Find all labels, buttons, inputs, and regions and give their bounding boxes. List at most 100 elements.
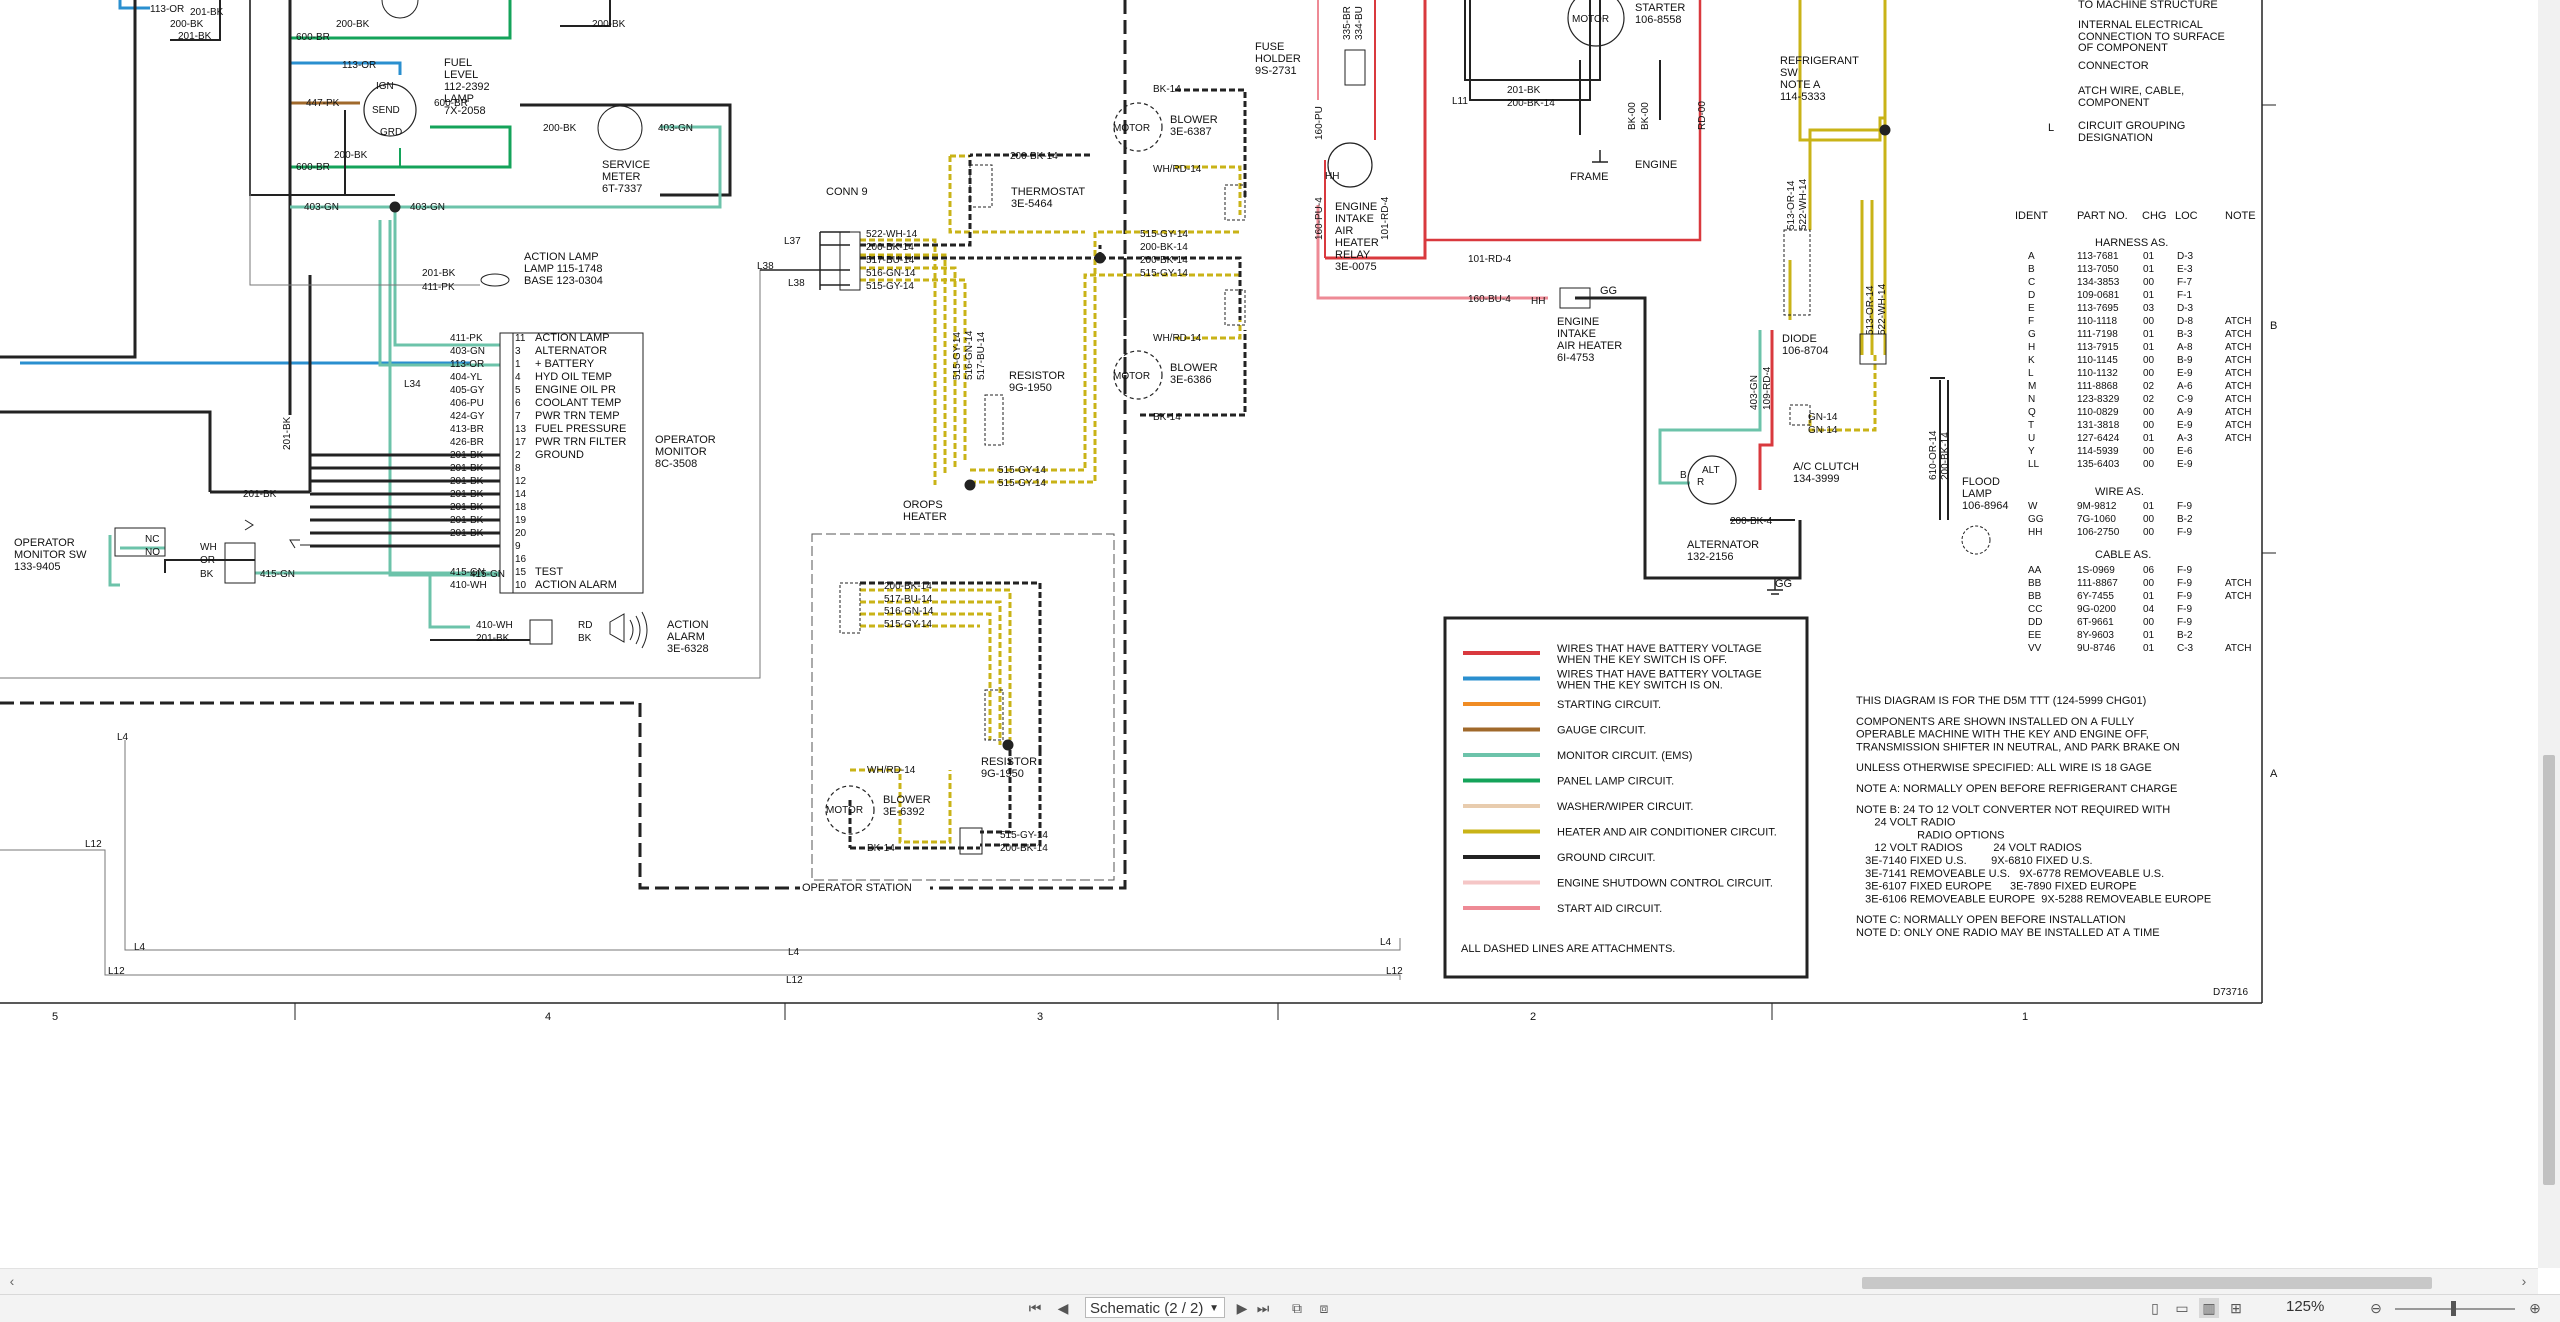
drawing-number: D73716 <box>2213 987 2248 998</box>
vertical-scrollbar[interactable] <box>2538 0 2560 1268</box>
zoom-out-icon[interactable]: ⊖ <box>2366 1298 2386 1318</box>
parts-cell: 135-6403 <box>2077 459 2120 470</box>
rd-label: RD <box>578 620 592 631</box>
fuse-holder-label: FUSE <box>1255 41 1284 53</box>
orops-heater-label: HEATER <box>903 511 947 523</box>
zoom-slider-knob[interactable] <box>2451 1301 2456 1316</box>
circuit-label-l34: L34 <box>404 379 421 390</box>
parts-cell: GG <box>2028 514 2044 525</box>
intake-relay-label: 3E-0075 <box>1335 261 1377 273</box>
wire-label: 600-BR <box>296 32 330 43</box>
parts-cell: 110-1145 <box>2077 355 2118 366</box>
wire-label: 515-GY-14 <box>1000 830 1048 841</box>
copy-page-icon[interactable]: ⧉ <box>1287 1298 1307 1318</box>
wire-label-vertical: 522-WH-14 <box>1877 283 1888 335</box>
parts-cell: 01 <box>2143 342 2155 353</box>
monitor-wire-label: 413-BR <box>450 424 484 435</box>
fit-view-icon[interactable]: ⊞ <box>2226 1298 2246 1318</box>
legend-label: WHEN THE KEY SWITCH IS OFF. <box>1557 654 1727 666</box>
wire-label: 600-BR <box>434 98 468 109</box>
previous-page-icon[interactable]: ◀ <box>1053 1298 1073 1318</box>
intake-heater-label: 6I-4753 <box>1557 352 1594 364</box>
monitor-pin-number: 19 <box>515 515 527 526</box>
parts-cell: 113-7681 <box>2077 251 2119 262</box>
wire-label: 200-BK-14 <box>1140 255 1188 266</box>
last-page-icon[interactable]: ⏭ <box>1253 1298 1273 1318</box>
wh-label: WH <box>200 542 217 553</box>
zoom-in-icon[interactable]: ⊕ <box>2525 1298 2545 1318</box>
parts-cell: VV <box>2028 643 2042 654</box>
flood-lamp-label: 106-8964 <box>1962 500 2009 512</box>
circuit-label-l12: L12 <box>1386 966 1403 977</box>
parts-section-title: WIRE AS. <box>2095 486 2144 498</box>
page-selector[interactable]: Schematic (2 / 2) ▼ <box>1085 1297 1225 1318</box>
parts-cell: ATCH <box>2225 342 2251 353</box>
schematic-viewport[interactable]: 54321 BA WIRES THAT HAVE BATTERY VOLTAGE… <box>0 0 2538 1268</box>
motor-label: MOTOR <box>826 805 863 816</box>
monitor-pin-number: 9 <box>515 541 521 552</box>
symbols-key-line: OF COMPONENT <box>2078 42 2168 54</box>
ac-clutch-label: A/C CLUTCH <box>1793 461 1859 473</box>
intake-relay-label: ENGINE <box>1335 201 1377 213</box>
parts-cell: F-9 <box>2177 604 2192 615</box>
wire-label-vertical: 109-RD-4 <box>1762 366 1773 410</box>
monitor-wire-label: 201-BK <box>450 476 484 487</box>
wire-label-vertical: 610-OR-14 <box>1928 430 1939 480</box>
scroll-right-arrow-icon[interactable]: › <box>2516 1273 2532 1289</box>
circuit-label-l38: L38 <box>757 261 774 272</box>
symbols-key-line: COMPONENT <box>2078 97 2150 109</box>
two-page-view-icon[interactable]: ▥ <box>2199 1298 2219 1318</box>
parts-cell: 02 <box>2143 394 2155 405</box>
monitor-pin-number: 13 <box>515 424 527 435</box>
wire-label: 515-GY-14 <box>998 465 1046 476</box>
wire-label: 517-BU-14 <box>866 255 915 266</box>
chevron-down-icon: ▼ <box>1209 1303 1219 1314</box>
horizontal-scroll-thumb[interactable] <box>1862 1277 2432 1289</box>
parts-cell: 131-3818 <box>2077 420 2120 431</box>
viewer-statusbar: ⏮ ◀ Schematic (2 / 2) ▼ ▶ ⏭ ⧉ ⧈ ▯ ▭ ▥ ⊞ … <box>0 1294 2560 1322</box>
monitor-wire-label: 201-BK <box>450 463 484 474</box>
next-page-icon[interactable]: ▶ <box>1232 1298 1252 1318</box>
parts-cell: 8Y-9603 <box>2077 630 2114 641</box>
bk-label: BK <box>578 633 592 644</box>
first-page-icon[interactable]: ⏮ <box>1025 1298 1045 1318</box>
alt-pin: R <box>1697 477 1704 488</box>
wire-label-vertical: 201-BK <box>282 416 293 450</box>
parts-cell: 7G-1060 <box>2077 514 2116 525</box>
gg-label: GG <box>1775 578 1792 590</box>
vertical-scroll-thumb[interactable] <box>2543 755 2555 1185</box>
monitor-pin-label: PWR TRN TEMP <box>535 410 620 422</box>
circuit-label-l12: L12 <box>85 839 102 850</box>
single-page-view-icon[interactable]: ▯ <box>2145 1298 2165 1318</box>
monitor-wire-label: 424-GY <box>450 411 485 422</box>
motor-label: MOTOR <box>1113 371 1150 382</box>
parts-cell: 00 <box>2143 368 2155 379</box>
zone-row-label: B <box>2270 320 2277 332</box>
circuit-label-l4: L4 <box>1380 937 1392 948</box>
note-line: 3E-7140 FIXED U.S. 9X-6810 FIXED U.S. <box>1856 855 2093 867</box>
alternator-label: 132-2156 <box>1687 551 1734 563</box>
monitor-pin-number: 8 <box>515 463 521 474</box>
paste-page-icon[interactable]: ⧈ <box>1314 1298 1334 1318</box>
flood-lamp-label: LAMP <box>1962 488 1992 500</box>
zone-column-labels: 5 4 3 2 1 <box>52 1011 2028 1023</box>
monitor-pin-label: COOLANT TEMP <box>535 397 621 409</box>
wire-label: 201-BK <box>178 31 212 42</box>
note-line: RADIO OPTIONS <box>1856 829 2005 841</box>
parts-cell: F-9 <box>2177 578 2192 589</box>
scroll-left-arrow-icon[interactable]: ‹ <box>4 1273 20 1289</box>
parts-cell: A-9 <box>2177 407 2193 418</box>
wire-label: 200-BK-14 <box>1000 843 1048 854</box>
thermostat-label: THERMOSTAT <box>1011 186 1085 198</box>
operator-monitor-sw-label: MONITOR SW <box>14 549 87 561</box>
wiring-schematic: 54321 BA WIRES THAT HAVE BATTERY VOLTAGE… <box>0 0 2278 1023</box>
symbols-key-line: INTERNAL ELECTRICAL <box>2078 19 2203 31</box>
zoom-level: 125% <box>2286 1298 2325 1315</box>
parts-cell: 06 <box>2143 565 2155 576</box>
horizontal-scrollbar[interactable]: ‹ › <box>0 1268 2538 1295</box>
monitor-pin-label: ALTERNATOR <box>535 345 607 357</box>
parts-cell: A-3 <box>2177 433 2193 444</box>
wire-label: 516-GN-14 <box>884 606 934 617</box>
note-line: 12 VOLT RADIOS 24 VOLT RADIOS <box>1856 842 2082 854</box>
continuous-view-icon[interactable]: ▭ <box>2172 1298 2192 1318</box>
